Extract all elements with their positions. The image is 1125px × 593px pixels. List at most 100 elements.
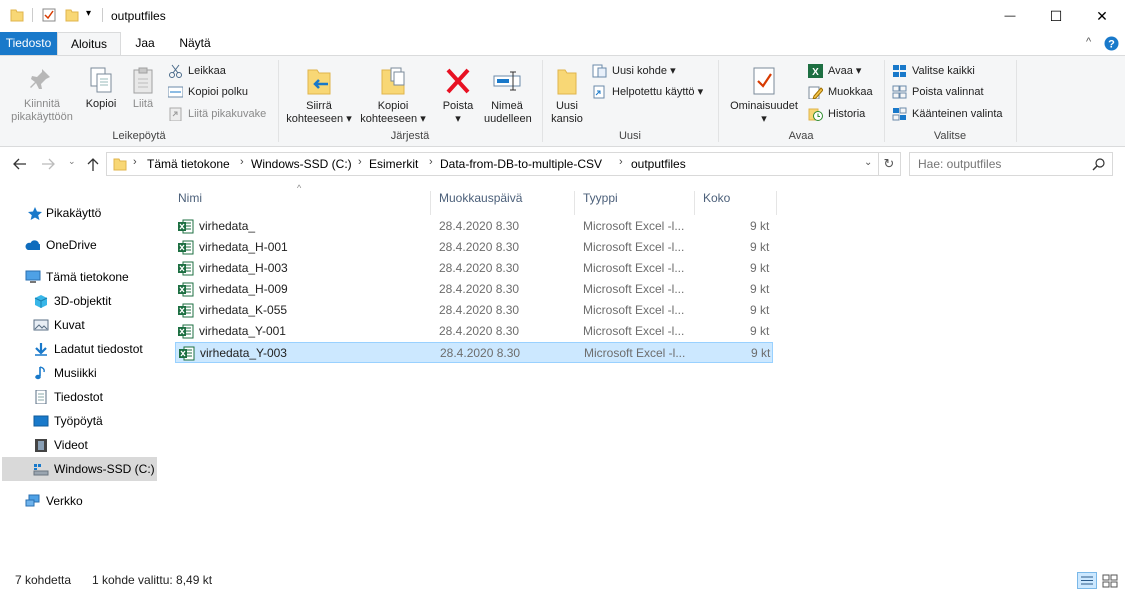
large-icons-view-icon[interactable] bbox=[1100, 572, 1120, 589]
nav-onedrive[interactable]: OneDrive bbox=[0, 233, 160, 257]
select-all-button[interactable]: Valitse kaikki bbox=[892, 62, 975, 80]
pin-quick-access-button[interactable]: Kiinnitä pikakäyttöön bbox=[6, 66, 78, 124]
select-all-icon bbox=[893, 65, 906, 77]
breadcrumb-project[interactable]: Data-from-DB-to-multiple-CSV bbox=[440, 157, 602, 171]
file-row[interactable]: virhedata_Y-001 28.4.2020 8.30 Microsoft E… bbox=[175, 321, 773, 342]
properties-quick-icon[interactable] bbox=[42, 8, 56, 22]
refresh-button[interactable]: ↻ bbox=[878, 152, 901, 176]
nav-drive-c[interactable]: Windows-SSD (C:) bbox=[2, 457, 157, 481]
column-header-size[interactable]: Koko bbox=[695, 191, 777, 215]
history-button[interactable]: Historia bbox=[808, 105, 865, 123]
new-folder-button[interactable]: Uusi kansio bbox=[546, 64, 588, 126]
star-icon bbox=[28, 207, 42, 220]
nav-documents[interactable]: Tiedostot bbox=[0, 385, 160, 409]
chevron-right-icon[interactable]: › bbox=[429, 156, 433, 168]
nav-desktop[interactable]: Työpöytä bbox=[0, 409, 160, 433]
search-box[interactable] bbox=[909, 152, 1113, 176]
nav-3d-objects[interactable]: 3D-objektit bbox=[0, 289, 160, 313]
pictures-icon bbox=[33, 319, 49, 331]
nav-quick-access[interactable]: Pikakäyttö bbox=[0, 201, 160, 225]
up-arrow-icon[interactable] bbox=[86, 156, 100, 172]
chevron-right-icon[interactable]: › bbox=[240, 156, 244, 168]
file-type: Microsoft Excel -l... bbox=[583, 219, 685, 233]
copy-button[interactable]: Kopioi bbox=[82, 66, 120, 111]
nav-quick-access-label: Pikakäyttö bbox=[46, 206, 102, 220]
folder-icon bbox=[113, 158, 127, 171]
select-none-button[interactable]: Poista valinnat bbox=[892, 83, 984, 101]
excel-file-icon bbox=[178, 219, 194, 234]
open-label: Avaa bbox=[828, 65, 853, 77]
new-item-button[interactable]: Uusi kohde ▾ bbox=[592, 62, 676, 80]
easy-access-button[interactable]: Helpotettu käyttö ▾ bbox=[592, 83, 703, 101]
back-arrow-icon[interactable] bbox=[12, 157, 28, 171]
invert-selection-button[interactable]: Käänteinen valinta bbox=[892, 105, 1003, 123]
details-view-icon[interactable] bbox=[1077, 572, 1097, 589]
tab-view[interactable]: Näytä bbox=[170, 32, 220, 56]
cut-button[interactable]: Leikkaa bbox=[168, 62, 226, 80]
nav-downloads[interactable]: Ladatut tiedostot bbox=[0, 337, 160, 361]
file-size: 9 kt bbox=[750, 219, 770, 233]
window-title: outputfiles bbox=[111, 9, 166, 23]
minimize-button[interactable]: — bbox=[987, 0, 1033, 32]
tab-home[interactable]: Aloitus bbox=[57, 32, 121, 56]
excel-open-icon: X bbox=[808, 64, 823, 78]
clipboard-group-label: Leikepöytä bbox=[112, 130, 166, 142]
move-to-button[interactable]: Siirrä kohteeseen ▾ bbox=[282, 64, 356, 126]
column-header-name[interactable]: Nimi bbox=[170, 191, 431, 215]
open-button[interactable]: X Avaa ▾ bbox=[808, 62, 861, 80]
tab-share[interactable]: Jaa bbox=[125, 32, 165, 56]
new-folder-quick-icon[interactable] bbox=[65, 8, 79, 22]
tab-file[interactable]: Tiedosto bbox=[0, 32, 57, 56]
paste-button[interactable]: Liitä bbox=[126, 66, 160, 111]
address-history-dropdown-icon[interactable]: ⌄ bbox=[864, 157, 872, 168]
address-bar[interactable]: › Tämä tietokone › Windows-SSD (C:) › Es… bbox=[106, 152, 879, 176]
chevron-right-icon[interactable]: › bbox=[619, 156, 623, 168]
search-icon[interactable] bbox=[1092, 158, 1105, 171]
quick-access-toolbar-dropdown-icon[interactable]: ▾ bbox=[86, 8, 91, 19]
breadcrumb-drive[interactable]: Windows-SSD (C:) bbox=[251, 157, 352, 171]
nav-music[interactable]: Musiikki bbox=[0, 361, 160, 385]
nav-videos[interactable]: Videot bbox=[0, 433, 160, 457]
edit-button[interactable]: Muokkaa bbox=[808, 83, 873, 101]
properties-button[interactable]: Ominaisuudet ▾ bbox=[724, 64, 804, 126]
nav-network[interactable]: Verkko bbox=[0, 489, 160, 513]
breadcrumb-esimerkit[interactable]: Esimerkit bbox=[369, 157, 418, 171]
copy-to-button[interactable]: Kopioi kohteeseen ▾ bbox=[356, 64, 430, 126]
organize-group-label: Järjestä bbox=[390, 130, 430, 142]
paste-shortcut-button[interactable]: Liitä pikakuvake bbox=[168, 105, 266, 123]
recent-locations-icon[interactable]: ⌄ bbox=[68, 156, 76, 167]
file-row[interactable]: virhedata_H-003 28.4.2020 8.30 Microsoft E… bbox=[175, 258, 773, 279]
nav-network-label: Verkko bbox=[46, 494, 83, 508]
file-row[interactable]: virhedata_H-009 28.4.2020 8.30 Microsoft E… bbox=[175, 279, 773, 300]
file-row[interactable]: virhedata_K-055 28.4.2020 8.30 Microsoft E… bbox=[175, 300, 773, 321]
nav-this-pc[interactable]: Tämä tietokone bbox=[0, 265, 160, 289]
svg-text:X: X bbox=[812, 67, 819, 78]
forward-arrow-icon[interactable] bbox=[40, 157, 56, 171]
file-type: Microsoft Excel -l... bbox=[583, 303, 685, 317]
file-row[interactable]: virhedata_H-001 28.4.2020 8.30 Microsoft E… bbox=[175, 237, 773, 258]
nav-this-pc-label: Tämä tietokone bbox=[46, 270, 129, 284]
chevron-right-icon[interactable]: › bbox=[133, 156, 137, 168]
column-header-date[interactable]: Muokkauspäivä bbox=[431, 191, 575, 215]
open-group-label: Avaa bbox=[788, 130, 814, 142]
collapse-ribbon-icon[interactable]: ^ bbox=[1086, 36, 1091, 48]
file-name: virhedata_Y-001 bbox=[199, 324, 286, 338]
column-header-type[interactable]: Tyyppi bbox=[575, 191, 695, 215]
help-icon[interactable]: ? bbox=[1104, 36, 1119, 51]
maximize-button[interactable]: ☐ bbox=[1033, 0, 1079, 32]
rename-button[interactable]: Nimeä uudelleen bbox=[478, 64, 536, 126]
chevron-right-icon[interactable]: › bbox=[358, 156, 362, 168]
file-row[interactable]: virhedata_ 28.4.2020 8.30 Microsoft Excel … bbox=[175, 216, 773, 237]
breadcrumb-outputfiles[interactable]: outputfiles bbox=[631, 157, 686, 171]
delete-button[interactable]: Poista ▾ bbox=[438, 64, 478, 126]
search-input[interactable] bbox=[918, 156, 1088, 172]
document-icon bbox=[35, 390, 47, 404]
copy-path-button[interactable]: Kopioi polku bbox=[168, 83, 248, 101]
close-button[interactable]: ✕ bbox=[1079, 0, 1125, 32]
new-item-icon bbox=[592, 64, 607, 78]
excel-file-icon bbox=[178, 324, 194, 339]
breadcrumb-this-pc[interactable]: Tämä tietokone bbox=[147, 157, 230, 171]
file-row[interactable]: virhedata_Y-003 28.4.2020 8.30 Microsoft E… bbox=[175, 342, 773, 363]
title-bar: ▾ outputfiles — ☐ ✕ bbox=[0, 0, 1125, 32]
nav-pictures[interactable]: Kuvat bbox=[0, 313, 160, 337]
